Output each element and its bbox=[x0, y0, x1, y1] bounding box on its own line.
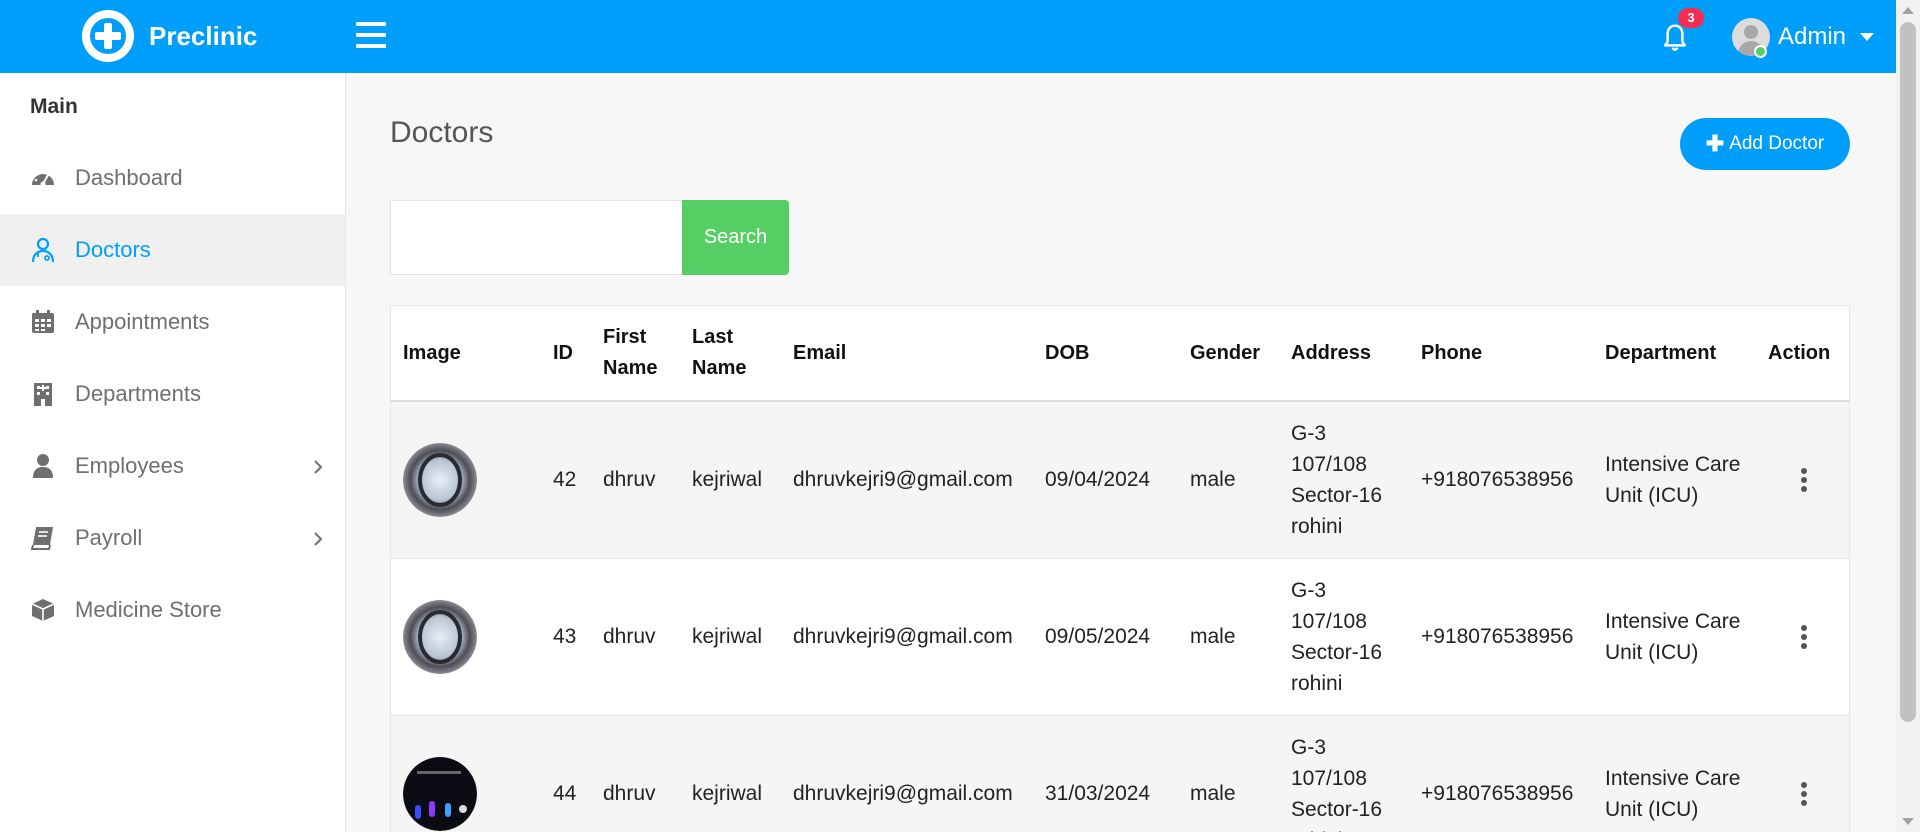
address-cell: G-3 107/108 Sector-16 rohini bbox=[1279, 714, 1409, 832]
column-header-dob: DOB bbox=[1033, 306, 1178, 402]
scrollbar-thumb[interactable] bbox=[1900, 22, 1916, 722]
cube-icon bbox=[31, 599, 55, 621]
address-cell: G-3 107/108 Sector-16 rohini bbox=[1279, 400, 1409, 558]
more-options-icon[interactable] bbox=[1800, 467, 1807, 492]
calendar-icon bbox=[32, 310, 54, 333]
department-cell: Intensive Care Unit (ICU) bbox=[1593, 714, 1756, 832]
column-header-address: Address bbox=[1279, 306, 1409, 402]
sidebar-item-employees[interactable]: Employees bbox=[0, 430, 345, 502]
phone-cell: +918076538956 bbox=[1409, 557, 1593, 715]
scroll-up-arrow-icon[interactable] bbox=[1902, 7, 1914, 14]
department-cell: Intensive Care Unit (ICU) bbox=[1593, 557, 1756, 715]
chevron-down-icon bbox=[1860, 33, 1875, 41]
sidebar: Main Dashboard Doctors Appointments Depa… bbox=[0, 73, 346, 832]
email-cell: dhruvkejri9@gmail.com bbox=[781, 400, 1033, 558]
sidebar-item-departments[interactable]: Departments bbox=[0, 358, 345, 430]
gender-cell: male bbox=[1178, 400, 1279, 558]
sidebar-item-label: Payroll bbox=[75, 525, 143, 550]
menu-toggle-icon[interactable] bbox=[356, 22, 386, 48]
scroll-down-arrow-icon[interactable] bbox=[1902, 818, 1914, 825]
column-header-email: Email bbox=[781, 306, 1033, 402]
image-cell bbox=[391, 714, 541, 832]
more-options-icon[interactable] bbox=[1800, 624, 1807, 649]
last-name-cell: kejriwal bbox=[680, 714, 781, 832]
action-cell bbox=[1756, 557, 1849, 715]
search-button[interactable]: Search bbox=[682, 200, 789, 275]
sidebar-item-medicine-store[interactable]: Medicine Store bbox=[0, 574, 345, 646]
sidebar-title: Main bbox=[30, 95, 78, 118]
column-header-phone: Phone bbox=[1409, 306, 1593, 402]
image-cell bbox=[391, 557, 541, 715]
doctor-avatar-image bbox=[403, 442, 477, 517]
sidebar-item-dashboard[interactable]: Dashboard bbox=[0, 142, 345, 214]
table-row: 42 dhruv kejriwal dhruvkejri9@gmail.com … bbox=[391, 400, 1849, 558]
sidebar-item-label: Departments bbox=[75, 381, 201, 406]
column-header-action: Action bbox=[1756, 306, 1849, 402]
sidebar-item-label: Dashboard bbox=[75, 165, 183, 190]
page-title: Doctors bbox=[390, 116, 494, 149]
hospital-icon bbox=[34, 383, 52, 406]
gender-cell: male bbox=[1178, 557, 1279, 715]
address-cell: G-3 107/108 Sector-16 rohini bbox=[1279, 557, 1409, 715]
first-name-cell: dhruv bbox=[591, 714, 680, 832]
top-header: Preclinic 3 Admin bbox=[0, 0, 1896, 73]
chevron-right-icon bbox=[314, 460, 323, 474]
id-cell: 42 bbox=[541, 400, 591, 558]
sidebar-item-doctors[interactable]: Doctors bbox=[0, 214, 345, 286]
column-header-id: ID bbox=[541, 306, 591, 402]
image-cell bbox=[391, 400, 541, 558]
table-header-row: Image ID First Name Last Name Email DOB … bbox=[391, 306, 1849, 402]
notification-badge: 3 bbox=[1678, 8, 1704, 28]
column-header-image: Image bbox=[391, 306, 541, 402]
online-status-dot bbox=[1754, 45, 1767, 58]
logo-icon bbox=[82, 10, 134, 62]
email-cell: dhruvkejri9@gmail.com bbox=[781, 557, 1033, 715]
sidebar-item-label: Doctors bbox=[75, 237, 151, 262]
sidebar-item-label: Employees bbox=[75, 453, 184, 478]
more-options-icon[interactable] bbox=[1800, 781, 1807, 806]
column-header-first-name: First Name bbox=[591, 306, 680, 402]
dob-cell: 09/04/2024 bbox=[1033, 400, 1178, 558]
doctor-icon bbox=[31, 237, 55, 263]
brand-name: Preclinic bbox=[149, 20, 258, 51]
phone-cell: +918076538956 bbox=[1409, 400, 1593, 558]
department-cell: Intensive Care Unit (ICU) bbox=[1593, 400, 1756, 558]
search-input[interactable] bbox=[390, 200, 683, 275]
doctors-table: Image ID First Name Last Name Email DOB … bbox=[390, 305, 1850, 832]
column-header-department: Department bbox=[1593, 306, 1756, 402]
table-row: 43 dhruv kejriwal dhruvkejri9@gmail.com … bbox=[391, 557, 1849, 715]
column-header-gender: Gender bbox=[1178, 306, 1279, 402]
action-cell bbox=[1756, 400, 1849, 558]
column-header-last-name: Last Name bbox=[680, 306, 781, 402]
chevron-right-icon bbox=[314, 532, 323, 546]
dob-cell: 31/03/2024 bbox=[1033, 714, 1178, 832]
action-cell bbox=[1756, 714, 1849, 832]
sidebar-item-appointments[interactable]: Appointments bbox=[0, 286, 345, 358]
table-row: 44 dhruv kejriwal dhruvkejri9@gmail.com … bbox=[391, 714, 1849, 832]
first-name-cell: dhruv bbox=[591, 557, 680, 715]
first-name-cell: dhruv bbox=[591, 400, 680, 558]
email-cell: dhruvkejri9@gmail.com bbox=[781, 714, 1033, 832]
add-doctor-button[interactable]: ✚ Add Doctor bbox=[1680, 118, 1850, 170]
sidebar-item-payroll[interactable]: Payroll bbox=[0, 502, 345, 574]
doctor-avatar-image bbox=[403, 599, 477, 674]
vertical-scrollbar[interactable] bbox=[1896, 0, 1920, 832]
gender-cell: male bbox=[1178, 714, 1279, 832]
sidebar-item-label: Appointments bbox=[75, 309, 210, 334]
doctor-avatar-image bbox=[403, 756, 477, 831]
dob-cell: 09/05/2024 bbox=[1033, 557, 1178, 715]
user-icon bbox=[33, 454, 53, 478]
logo[interactable]: Preclinic bbox=[82, 10, 257, 62]
book-icon bbox=[30, 527, 53, 550]
id-cell: 44 bbox=[541, 714, 591, 832]
phone-cell: +918076538956 bbox=[1409, 714, 1593, 832]
plus-icon: ✚ bbox=[1705, 131, 1725, 156]
last-name-cell: kejriwal bbox=[680, 400, 781, 558]
id-cell: 43 bbox=[541, 557, 591, 715]
sidebar-item-label: Medicine Store bbox=[75, 597, 222, 622]
add-doctor-label: Add Doctor bbox=[1729, 133, 1825, 154]
last-name-cell: kejriwal bbox=[680, 557, 781, 715]
dashboard-icon bbox=[32, 170, 54, 187]
user-name: Admin bbox=[1778, 23, 1847, 50]
